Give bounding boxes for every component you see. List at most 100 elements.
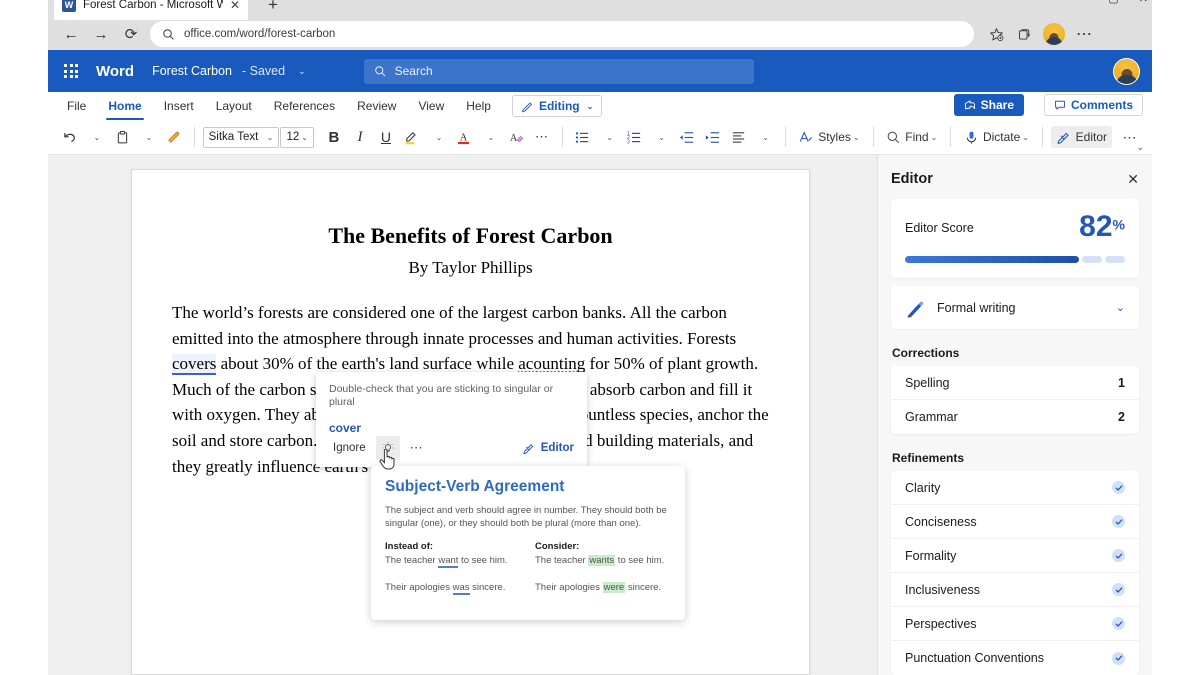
editor-score-label: Editor Score [905, 212, 974, 235]
comments-button[interactable]: Comments [1044, 94, 1143, 116]
highlight-chevron-icon[interactable]: ⌄ [426, 124, 450, 150]
refinement-row-conciseness[interactable]: Conciseness [891, 505, 1139, 539]
chevron-down-icon[interactable]: ⌄ [1116, 301, 1125, 314]
word-brand-label: Word [96, 63, 134, 80]
dictate-label: Dictate [983, 130, 1020, 144]
font-size-select[interactable]: 12 ⌄ [280, 127, 314, 148]
correction-row-spelling[interactable]: Spelling 1 [891, 366, 1139, 400]
editor-pane-title: Editor [891, 171, 933, 187]
writing-style-label: Formal writing [937, 301, 1104, 315]
font-more-icon[interactable]: ⋯ [530, 124, 554, 150]
editor-button[interactable]: Editor [1051, 126, 1112, 148]
collapse-ribbon-icon[interactable]: ⌄ [1136, 142, 1144, 153]
font-color-icon[interactable]: A [452, 124, 476, 150]
share-icon [964, 99, 976, 111]
align-icon[interactable] [727, 124, 751, 150]
paste-chevron-icon[interactable]: ⌄ [136, 124, 160, 150]
ignore-button[interactable]: Ignore [329, 439, 370, 457]
editor-pen-icon [522, 441, 536, 455]
editor-pane: Editor ✕ Editor Score 82% Formal writing… [877, 155, 1152, 675]
maximize-icon[interactable]: ▢ [1108, 0, 1118, 5]
font-family-select[interactable]: Sitka Text ⌄ [203, 127, 280, 148]
increase-indent-icon[interactable] [701, 124, 725, 150]
word-app-header: Word Forest Carbon - Saved ⌄ Search [48, 50, 1152, 92]
refinement-row-inclusiveness[interactable]: Inclusiveness [891, 573, 1139, 607]
styles-button[interactable]: Styles ⌄ [793, 126, 864, 148]
browser-toolbar: ← → ⟳ office.com/word/forest-carbon ⋯ [48, 18, 1152, 50]
close-icon[interactable]: ✕ [1127, 171, 1139, 188]
browser-tab[interactable]: W Forest Carbon - Microsoft Wo ✕ [54, 0, 248, 20]
refinement-row-clarity[interactable]: Clarity [891, 471, 1139, 505]
undo-icon[interactable] [58, 124, 82, 150]
close-tab-icon[interactable]: ✕ [230, 0, 240, 11]
font-color-chevron-icon[interactable]: ⌄ [478, 124, 502, 150]
bold-button[interactable]: B [322, 124, 346, 150]
browser-tabstrip: W Forest Carbon - Microsoft Wo ✕ + — ▢ ✕ [48, 0, 1152, 20]
collections-icon[interactable] [1010, 21, 1038, 47]
tooltip-description: The subject and verb should agree in num… [385, 504, 671, 530]
share-button[interactable]: Share [954, 94, 1024, 116]
save-status-label: - Saved [242, 64, 285, 78]
close-window-icon[interactable]: ✕ [1139, 0, 1148, 5]
dictate-button[interactable]: Dictate ⌄ [959, 127, 1034, 148]
corrections-list: Spelling 1 Grammar 2 [891, 366, 1139, 434]
text-highlight-icon[interactable] [400, 124, 424, 150]
document-name-label[interactable]: Forest Carbon [152, 64, 232, 78]
forward-icon[interactable]: → [86, 21, 116, 47]
address-bar[interactable]: office.com/word/forest-carbon [150, 21, 974, 47]
correction-row-grammar[interactable]: Grammar 2 [891, 400, 1139, 434]
suggestion-option-cover[interactable]: cover [316, 409, 587, 435]
editing-mode-button[interactable]: Editing ⌄ [512, 95, 602, 117]
back-icon[interactable]: ← [56, 21, 86, 47]
tab-view[interactable]: View [407, 95, 455, 117]
browser-more-icon[interactable]: ⋯ [1070, 21, 1098, 47]
minimize-icon[interactable]: — [1077, 0, 1088, 5]
check-icon [1112, 549, 1125, 562]
tab-file[interactable]: File [56, 95, 97, 117]
undo-chevron-icon[interactable]: ⌄ [84, 124, 108, 150]
suggestion-more-icon[interactable]: ⋯ [406, 440, 428, 456]
underline-button[interactable]: U [374, 124, 398, 150]
bullets-chevron-icon[interactable]: ⌄ [597, 124, 621, 150]
find-label: Find [905, 130, 928, 144]
tab-layout[interactable]: Layout [205, 95, 263, 117]
spelling-suggestion-popup[interactable]: Double-check that you are sticking to si… [316, 372, 587, 467]
editor-label: Editor [1076, 130, 1107, 144]
open-editor-label: Editor [541, 442, 574, 454]
refinement-row-formality[interactable]: Formality [891, 539, 1139, 573]
profile-avatar[interactable] [1043, 23, 1065, 45]
tab-help[interactable]: Help [455, 95, 502, 117]
refinement-row-punctuation-conventions[interactable]: Punctuation Conventions [891, 641, 1139, 675]
reload-icon[interactable]: ⟳ [116, 21, 146, 47]
word-search-box[interactable]: Search [364, 59, 754, 84]
tab-home[interactable]: Home [97, 95, 152, 117]
new-tab-button[interactable]: + [260, 0, 286, 17]
chevron-down-icon[interactable]: ⌄ [298, 66, 306, 77]
lightbulb-icon[interactable] [376, 436, 400, 460]
find-button[interactable]: Find ⌄ [881, 127, 942, 148]
refinement-row-perspectives[interactable]: Perspectives [891, 607, 1139, 641]
grammar-error-covers[interactable]: covers [172, 354, 216, 375]
italic-button[interactable]: I [348, 124, 372, 150]
tab-review[interactable]: Review [346, 95, 407, 117]
numbering-chevron-icon[interactable]: ⌄ [649, 124, 673, 150]
account-avatar[interactable] [1113, 58, 1140, 85]
open-editor-button[interactable]: Editor [522, 441, 574, 455]
numbering-icon[interactable]: 123 [623, 124, 647, 150]
ribbon-tab-bar: File Home Insert Layout References Revie… [48, 92, 1152, 120]
bullets-icon[interactable] [571, 124, 595, 150]
tab-references[interactable]: References [263, 95, 346, 117]
search-icon [374, 65, 387, 78]
decrease-indent-icon[interactable] [675, 124, 699, 150]
app-launcher-icon[interactable] [58, 58, 84, 84]
score-progress-fill [905, 256, 1079, 263]
svg-text:3: 3 [627, 139, 630, 145]
add-favorite-icon[interactable] [982, 21, 1010, 47]
align-chevron-icon[interactable]: ⌄ [753, 124, 777, 150]
tab-insert[interactable]: Insert [153, 95, 205, 117]
writing-style-row[interactable]: Formal writing ⌄ [891, 286, 1139, 329]
format-painter-icon[interactable] [162, 124, 186, 150]
paste-icon[interactable] [110, 124, 134, 150]
svg-text:A: A [510, 132, 518, 143]
clear-formatting-icon[interactable]: A [504, 124, 528, 150]
